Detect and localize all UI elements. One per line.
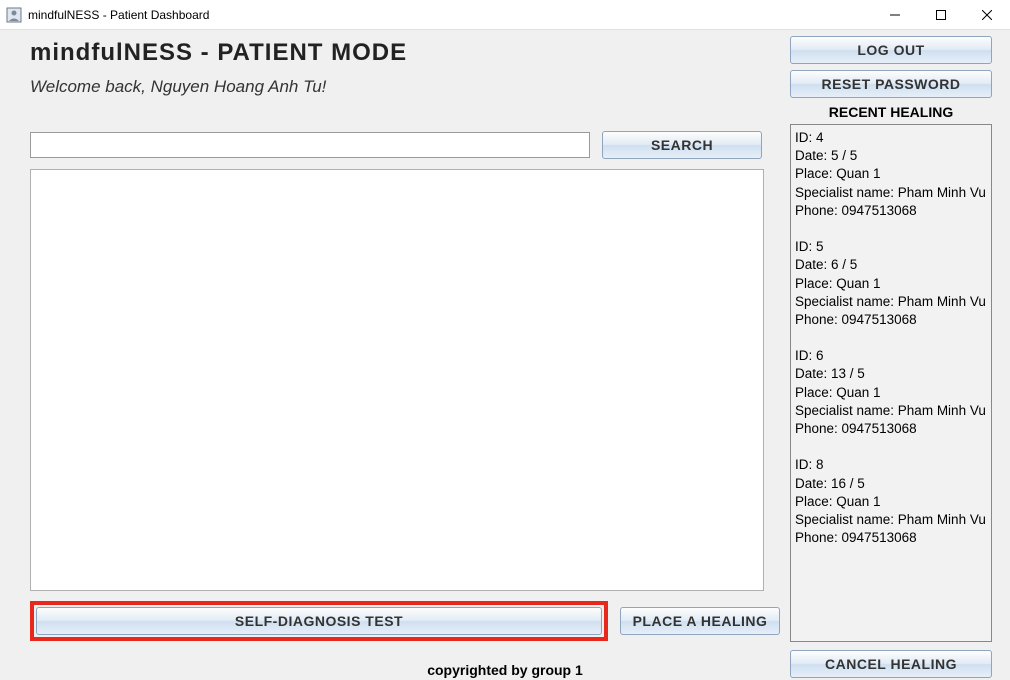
results-box — [30, 169, 764, 591]
healing-line: Specialist name: Pham Minh Vu — [795, 184, 987, 202]
window-controls — [872, 0, 1010, 29]
healing-line: Place: Quan 1 — [795, 384, 987, 402]
healing-entry: ID: 4Date: 5 / 5Place: Quan 1Specialist … — [795, 129, 987, 220]
healing-line: Phone: 0947513068 — [795, 202, 987, 220]
search-input[interactable] — [30, 132, 590, 158]
close-button[interactable] — [964, 0, 1010, 29]
main-panel: mindfulNESS - PATIENT MODE Welcome back,… — [30, 36, 782, 680]
healing-line: Specialist name: Pham Minh Vu — [795, 402, 987, 420]
healing-line: Specialist name: Pham Minh Vu — [795, 293, 987, 311]
healing-line: ID: 5 — [795, 238, 987, 256]
healing-line: Specialist name: Pham Minh Vu — [795, 511, 987, 529]
side-panel: LOG OUT RESET PASSWORD RECENT HEALING ID… — [790, 36, 992, 680]
healing-line: Phone: 0947513068 — [795, 420, 987, 438]
bottom-actions: SELF-DIAGNOSIS TEST PLACE A HEALING — [30, 601, 782, 641]
reset-password-button[interactable]: RESET PASSWORD — [790, 70, 992, 98]
self-diagnosis-button[interactable]: SELF-DIAGNOSIS TEST — [36, 607, 602, 635]
healing-line: ID: 4 — [795, 129, 987, 147]
search-row: SEARCH — [30, 131, 782, 159]
log-out-button[interactable]: LOG OUT — [790, 36, 992, 64]
welcome-message: Welcome back, Nguyen Hoang Anh Tu! — [30, 77, 782, 97]
healing-entry: ID: 5Date: 6 / 5Place: Quan 1Specialist … — [795, 238, 987, 329]
page-title: mindfulNESS - PATIENT MODE — [30, 39, 782, 67]
footer-text: copyrighted by group 1 — [0, 662, 1010, 678]
healing-line: Date: 6 / 5 — [795, 256, 987, 274]
healing-line: ID: 6 — [795, 347, 987, 365]
minimize-button[interactable] — [872, 0, 918, 29]
healing-line: Phone: 0947513068 — [795, 529, 987, 547]
recent-healing-title: RECENT HEALING — [790, 104, 992, 120]
search-button[interactable]: SEARCH — [602, 131, 762, 159]
healing-line: Date: 16 / 5 — [795, 475, 987, 493]
window-title: mindfulNESS - Patient Dashboard — [28, 8, 872, 22]
healing-entry: ID: 8Date: 16 / 5Place: Quan 1Specialist… — [795, 456, 987, 547]
maximize-button[interactable] — [918, 0, 964, 29]
recent-healing-list: ID: 4Date: 5 / 5Place: Quan 1Specialist … — [790, 124, 992, 642]
healing-line: Place: Quan 1 — [795, 275, 987, 293]
healing-line: ID: 8 — [795, 456, 987, 474]
titlebar: mindfulNESS - Patient Dashboard — [0, 0, 1010, 30]
app-icon — [6, 7, 22, 23]
healing-line: Date: 5 / 5 — [795, 147, 987, 165]
healing-line: Place: Quan 1 — [795, 165, 987, 183]
healing-line: Place: Quan 1 — [795, 493, 987, 511]
healing-line: Phone: 0947513068 — [795, 311, 987, 329]
self-diagnosis-highlight: SELF-DIAGNOSIS TEST — [30, 601, 608, 641]
healing-line: Date: 13 / 5 — [795, 365, 987, 383]
place-healing-button[interactable]: PLACE A HEALING — [620, 607, 780, 635]
healing-entry: ID: 6Date: 13 / 5Place: Quan 1Specialist… — [795, 347, 987, 438]
